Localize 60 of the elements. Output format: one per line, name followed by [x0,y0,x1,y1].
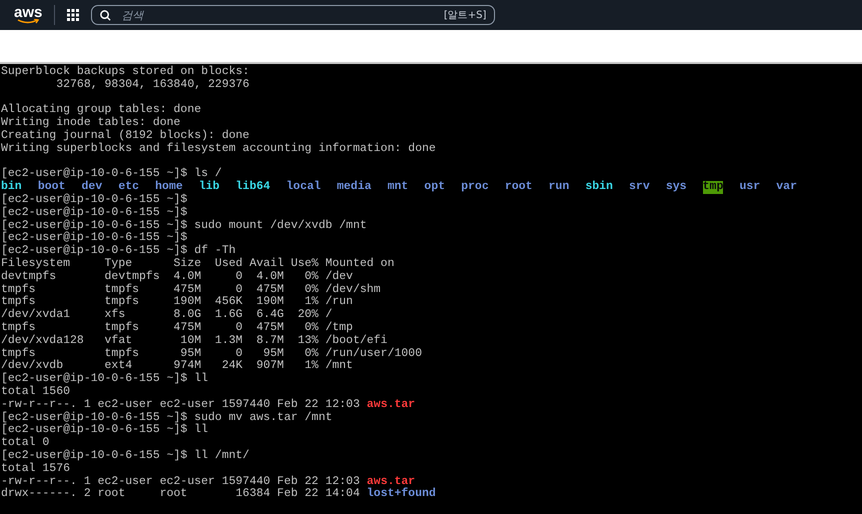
terminal-text: [ec2-user@ip-10-0-6-155 ~]$ df -Th [1,245,236,258]
archive-file-name: aws.tar [366,476,416,488]
terminal-text: [ec2-user@ip-10-0-6-155 ~]$ sudo mount /dev/xvdb /mnt [1,220,367,232]
directory-name: srv [629,181,650,194]
terminal-text: total 1576 [1,462,70,476]
directory-name: sys [666,181,687,194]
terminal-text: total 1560 [1,386,70,399]
terminal-text: /dev/xvdb ext4 974M 24K 907M 1% /mnt [1,360,353,372]
terminal-text: 32768, 98304, 163840, 229376 [55,78,250,92]
directory-name: dev [82,181,102,194]
terminal-text: devtmpfs devtmpfs 4.0M 0 4.0M 0% /dev [1,270,353,284]
terminal-text: Filesystem Type Size Used Avail Use% Mounted on [1,258,394,270]
terminal-text: drwx------. 2 root root 16384 Feb 22 14:04 [1,488,361,502]
terminal-text: [ec2-user@ip-10-0-6-155 ~]$ [1,232,188,244]
symlink-name: lib64 [236,181,270,194]
directory-name: etc [118,181,140,194]
terminal-text: tmpfs tmpfs 190M 456K 190M 1% /run [1,296,353,308]
directory-name: home [155,181,183,194]
directory-name: proc [461,181,489,194]
terminal-text: [ec2-user@ip-10-0-6-155 ~]$ ls / [1,168,222,180]
aws-logo[interactable]: aws [14,6,42,24]
symlink-name: bin [1,181,22,194]
terminal-text: [ec2-user@ip-10-0-6-155 ~]$ ll [1,373,208,386]
terminal-text: Superblock backups stored on blocks: [1,66,250,79]
terminal-text: [ec2-user@ip-10-0-6-155 ~]$ ll /mnt/ [1,450,250,462]
archive-file-name: aws.tar [366,398,416,412]
grid-menu-icon[interactable] [67,9,80,21]
directory-name: var [776,181,797,194]
terminal-text: -rw-r--r--. 1 ec2-user ec2-user 1597440 Feb 22 12:03 [1,398,361,412]
terminal-text: [ec2-user@ip-10-0-6-155 ~]$ sudo mv aws.tar /mnt [1,412,332,424]
directory-name: root [504,181,532,194]
symlink-name: lib [198,181,220,194]
terminal-text: [ec2-user@ip-10-0-6-155 ~]$ [1,194,188,206]
terminal-text: tmpfs tmpfs 475M 0 475M 0% /tmp [1,322,353,334]
terminal-text: [ec2-user@ip-10-0-6-155 ~]$ [1,206,188,220]
terminal-text: tmpfs tmpfs 475M 0 475M 0% /dev/shm [1,284,381,296]
terminal-text: total 0 [1,437,50,450]
terminal-text: -rw-r--r--. 1 ec2-user ec2-user 1597440 Feb 22 12:03 [1,476,361,488]
terminal-text: [ec2-user@ip-10-0-6-155 ~]$ ll [1,424,208,436]
terminal-text: Allocating group tables: done [1,104,202,116]
directory-name: run [548,181,570,194]
search-icon [100,10,112,20]
directory-name: media [336,181,372,194]
symlink-name: sbin [585,181,613,194]
directory-name: opt [424,181,446,194]
directory-name: lost+found [366,488,436,502]
directory-name: local [286,181,321,194]
directory-name: usr [739,181,760,194]
search-bar[interactable]: 검색 [알트+S] [91,5,496,25]
directory-name: mnt [387,181,408,194]
terminal-text: tmpfs tmpfs 95M 0 95M 0% /run/user/1000 [1,348,422,360]
sticky-directory-name: tmp [702,181,724,194]
terminal-text: /dev/xvda128 vfat 10M 1.3M 8.7M 13% /boot/efi [1,334,388,348]
terminal-text: /dev/xvda1 xfs 8.0G 1.6G 6.4G 20% / [1,309,332,322]
terminal-text: Writing superblocks and filesystem accounting information: done [1,142,436,156]
terminal-text: Creating journal (8192 blocks): done [1,130,250,142]
search-field[interactable]: 검색 [119,8,436,22]
terminal-text: Writing inode tables: done [1,117,180,130]
directory-name: boot [38,181,66,194]
shortcut-hint: [알트+S] [444,9,486,22]
